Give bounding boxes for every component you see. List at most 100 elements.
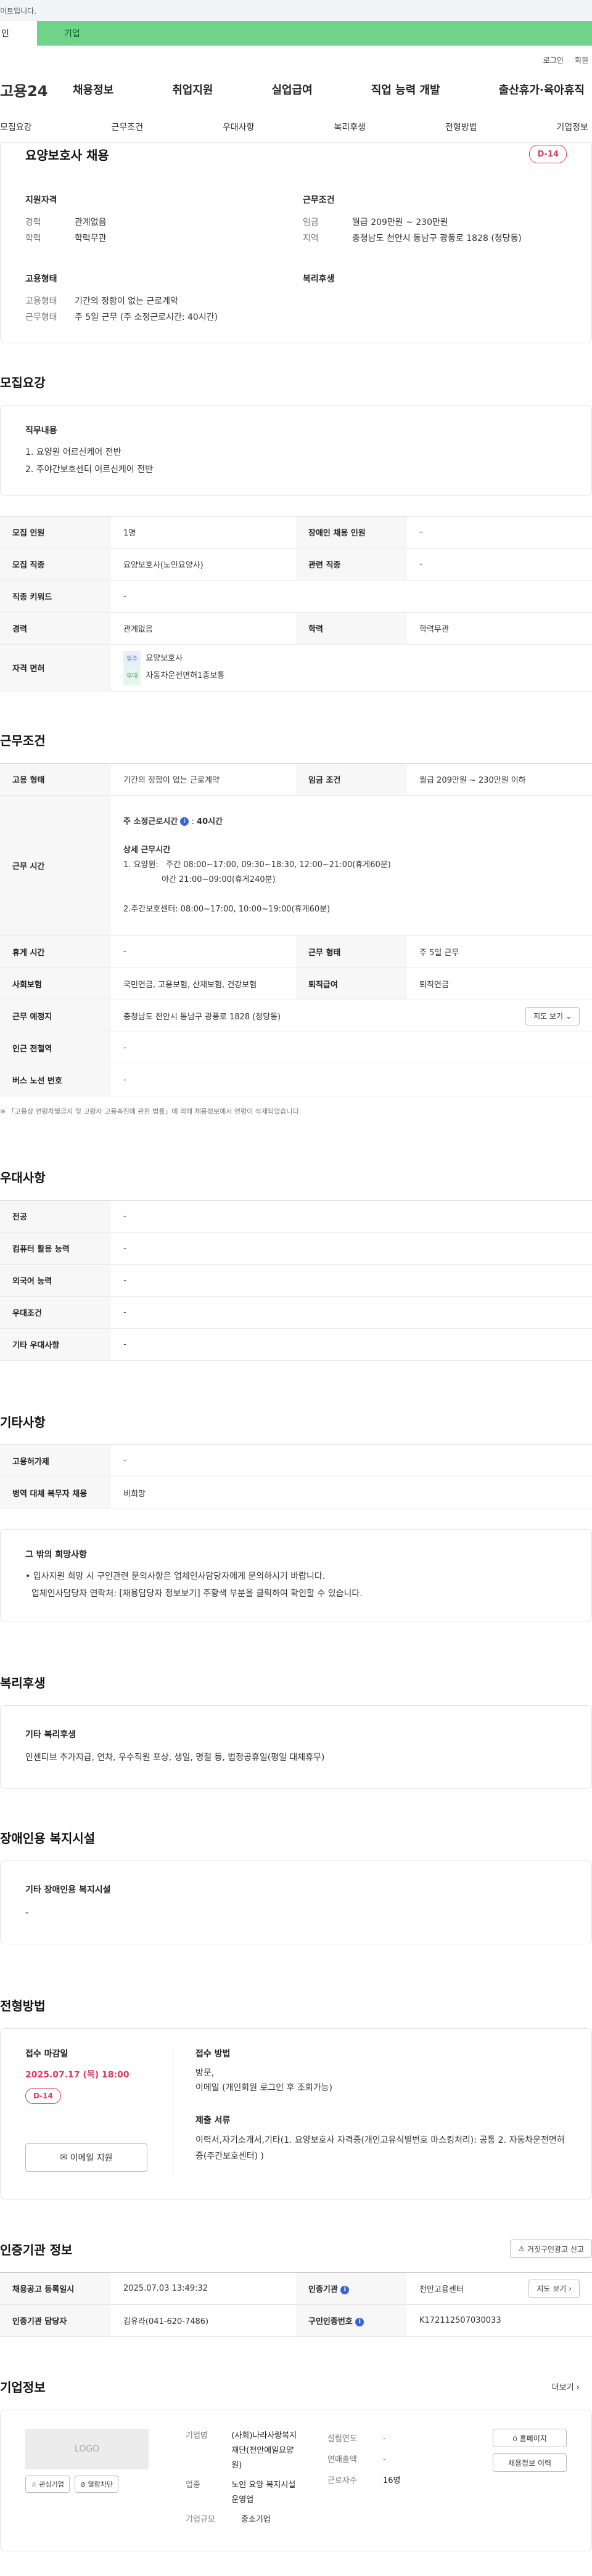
weekly-hours-label: 주 소정근로시간: [123, 817, 178, 826]
utility-links: 로그인 회원: [0, 52, 592, 68]
company-card: LOGO ☆ 관심기업 ⊘ 열람차단 기업명 (사회)나라사랑복지재단(천안예일요…: [0, 2410, 592, 2551]
company-size-label: 기업규모: [186, 2515, 215, 2524]
company-heading: 기업정보: [0, 2379, 46, 2395]
table-row: 사회보험 국민연금, 고용보험, 산재보험, 건강보험 퇴직급여 퇴직연금: [0, 968, 592, 1000]
cert-org-value: 천안고용센터 지도 보기 ›: [407, 2272, 592, 2305]
table-row: 근무 시간 주 소정근로시간 i : 40시간 상세 근무시간 1. 요양원: …: [0, 795, 592, 936]
cert-map-button[interactable]: 지도 보기 ›: [528, 2279, 580, 2298]
tab-preferences[interactable]: 우대사항: [223, 121, 255, 133]
info-icon[interactable]: i: [340, 2285, 350, 2294]
license-label: 자격 면허: [0, 644, 111, 691]
report-fake-ad-button[interactable]: ⚠ 거짓구인광고 신고: [510, 2240, 592, 2258]
pref-condition-value: -: [111, 1296, 592, 1329]
work-label: 근무형태: [25, 312, 57, 322]
table-row: 인증기관 담당자 김유라(041-620-7486) 구인인증번호 i K172…: [0, 2304, 592, 2337]
major-label: 전공: [0, 1200, 111, 1233]
table-row: 컴퓨터 활용 능력 -: [0, 1232, 592, 1265]
career-label: 경력: [25, 218, 41, 227]
reg-date-value: 2025.07.03 13:49:32: [111, 2272, 296, 2305]
emp-row: 고용형태 기간의 정함이 없는 근로계약: [25, 293, 303, 309]
company-info-col2: 설립연도 - 연매출액 - 근로자수 16명: [303, 2429, 414, 2532]
region-row: 지역 충청남도 천안시 동남구 광풍로 1828 (청당동): [303, 230, 522, 247]
table-row: 자격 면허 필수 요양보호사 우대 자동차운전면허1종보통: [0, 644, 592, 691]
education-value: 학력무관: [407, 612, 592, 645]
work-value: 주 5일 근무 (주 소정근로시간: 40시간): [75, 312, 218, 322]
wage-value: 월급 209만원 ~ 230만원: [352, 218, 448, 227]
welfare-title: 복리후생: [303, 274, 335, 284]
tab-individual[interactable]: 인: [0, 21, 37, 46]
company-more-link[interactable]: 더보기 ›: [552, 2381, 592, 2392]
gnb-item-employment-support[interactable]: 취업지원: [172, 81, 213, 97]
occupation-label: 모집 직종: [0, 548, 111, 581]
method-line: 이메일 (개인회원 로그인 후 조회가능): [195, 2083, 332, 2093]
homepage-button[interactable]: ⌂ 홈페이지: [493, 2429, 567, 2447]
table-row: 모집 직종 요양보호사(노인요양사) 관련 직종 -: [0, 548, 592, 581]
cert-org-name: 천안고용센터: [419, 2285, 464, 2294]
license-value: 필수 요양보호사 우대 자동차운전면허1종보통: [111, 644, 592, 691]
tab-work-conditions[interactable]: 근무조건: [111, 121, 143, 133]
pref-condition-label: 우대조건: [0, 1296, 111, 1329]
sales-label: 연매출액: [327, 2455, 357, 2464]
gnb-item-jobs[interactable]: 채용정보: [73, 81, 113, 97]
work-table: 고용 형태 기간의 정함이 없는 근로계약 임금 조건 월급 209만원 ~ 2…: [0, 763, 592, 1096]
emp-type-label: 고용 형태: [0, 763, 111, 796]
education-label: 학력: [25, 234, 41, 243]
region-value: 충청남도 천안시 동남구 광풍로 1828 (청당동): [352, 234, 522, 243]
qualification-title: 지원자격: [25, 195, 57, 205]
map-button-label: 지도 보기: [533, 1012, 564, 1021]
workplace-value: 충청남도 천안시 동남구 광풍로 1828 (청당동) 지도 보기 ⌄: [111, 1000, 592, 1032]
related-occupation-label: 관련 직종: [296, 548, 407, 581]
hours-line: 야간 21:00~09:00(휴게240분): [123, 874, 276, 884]
gnb-item-training[interactable]: 직업 능력 개발: [371, 81, 440, 97]
disability-box-title: 기타 장애인용 복지시설: [25, 1885, 111, 1895]
tab-welfare[interactable]: 복리후생: [334, 121, 366, 133]
method-title: 접수 방법: [195, 2049, 231, 2059]
preferred-tag: 우대: [123, 667, 141, 685]
duty-title: 직무내용: [25, 426, 57, 436]
hours-detail-title: 상세 근무시간: [123, 845, 171, 855]
education-value: 학력무관: [75, 234, 107, 243]
cert-org-label-text: 인증기관: [308, 2285, 338, 2294]
tab-company[interactable]: 기업정보: [556, 121, 588, 133]
job-history-button[interactable]: 채용정보 이력: [493, 2453, 567, 2472]
deadline-dday-badge: D-14: [25, 2088, 61, 2104]
gnb-item-leave[interactable]: 출산휴가·육아휴직: [499, 81, 585, 97]
map-button[interactable]: 지도 보기 ⌄: [525, 1006, 580, 1025]
bus-label: 버스 노선 번호: [0, 1064, 111, 1096]
login-link[interactable]: 로그인: [543, 55, 564, 65]
cert-heading: 인증기관 정보: [0, 2242, 73, 2257]
info-icon[interactable]: i: [180, 817, 189, 826]
tab-company[interactable]: 기업: [37, 21, 592, 46]
staff-value: 16명: [383, 2476, 401, 2485]
language-value: -: [111, 1264, 592, 1297]
table-row: 채용공고 등록일시 2025.07.03 13:49:32 인증기관 i 천안고…: [0, 2272, 592, 2305]
global-nav: 고용24 채용정보 취업지원 실업급여 직업 능력 개발 출산휴가·육아휴직: [0, 68, 592, 111]
email-apply-button[interactable]: ✉ 이메일 지원: [25, 2143, 147, 2172]
block-view-label: 열람차단: [88, 2480, 113, 2488]
chevron-down-icon: ⌄: [565, 1011, 572, 1021]
tab-recruit[interactable]: 모집요강: [0, 121, 32, 133]
table-row: 모집 인원 1명 장애인 채용 인원 -: [0, 516, 592, 548]
other-wishes-card: 그 밖의 희망사항 • 입사지원 희망 시 구인관련 문의사항은 업체인사담당자…: [0, 1529, 592, 1621]
signup-link[interactable]: 회원: [575, 55, 588, 65]
block-view-button[interactable]: ⊘ 열람차단: [74, 2476, 119, 2493]
deadline-value: 2025.07.17 (목) 18:00: [25, 2070, 130, 2080]
tab-selection[interactable]: 전형방법: [445, 121, 477, 133]
info-icon[interactable]: i: [355, 2317, 364, 2326]
permit-value: -: [111, 1445, 592, 1477]
conditions-title: 근무조건: [303, 195, 335, 205]
military-label: 병역 대체 복무자 채용: [0, 1477, 111, 1509]
welfare-box-text: 인센티브 추가지급, 연차, 우수직원 포상, 생일, 명절 등, 법정공휴일(…: [25, 1753, 325, 1763]
wage-row: 임금 월급 209만원 ~ 230만원: [303, 214, 522, 230]
sales-value: -: [383, 2455, 386, 2464]
favorite-company-button[interactable]: ☆ 관심기업: [25, 2476, 70, 2493]
other-pref-label: 기타 우대사항: [0, 1328, 111, 1361]
etc-table: 고용허가제 - 병역 대체 복무자 채용 비희망: [0, 1445, 592, 1509]
insurance-label: 사회보험: [0, 968, 111, 1000]
region-label: 지역: [303, 234, 319, 243]
site-logo[interactable]: 고용24: [0, 79, 73, 100]
cert-number-label: 구인인증번호 i: [296, 2304, 407, 2337]
workplace-label: 근무 예정지: [0, 1000, 111, 1032]
gnb-item-unemployment[interactable]: 실업급여: [272, 81, 313, 97]
envelope-icon: ✉: [60, 2153, 68, 2162]
